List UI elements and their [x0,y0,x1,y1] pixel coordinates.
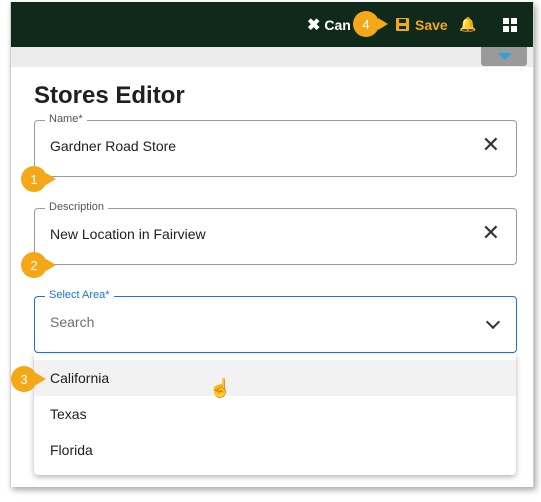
clear-icon[interactable]: ✕ [482,223,500,245]
callout-badge: 3 [11,366,46,392]
area-option-california[interactable]: California ☝ [34,360,516,398]
name-field[interactable]: Name* Gardner Road Store ✕ [34,113,517,177]
stores-editor-window: ✖ Can Save 🔔 Stores Editor Name* Gardner… [10,2,534,487]
option-label: California [50,370,110,386]
bell-icon: 🔔 [459,16,477,32]
description-field-label: Description [45,201,109,213]
clear-icon[interactable]: ✕ [482,135,500,157]
page-title: Stores Editor [34,82,185,109]
select-area-field[interactable]: Select Area* Search [34,289,517,353]
sub-toolbar [11,47,533,67]
select-area-label: Select Area* [45,289,114,301]
name-field-value: Gardner Road Store [50,138,177,154]
callout-badge: 4 [353,11,388,37]
save-button[interactable]: Save [396,2,448,47]
name-field-label: Name* [45,113,87,125]
option-label: Florida [50,442,93,458]
callout-badge: 1 [21,166,56,192]
close-icon: ✖ [307,16,321,34]
area-dropdown-menu: California ☝ Texas Florida [34,354,516,475]
triangle-down-icon [498,53,512,60]
top-bar: ✖ Can Save 🔔 [11,2,533,47]
select-area-search[interactable]: Search [50,314,94,330]
collapse-tab[interactable] [481,47,527,66]
area-option-florida[interactable]: Florida [34,432,516,468]
save-disk-icon [396,18,409,31]
cancel-button[interactable]: ✖ Can [307,2,351,47]
apps-button[interactable] [503,2,517,47]
apps-grid-icon [503,17,517,32]
chevron-down-icon[interactable] [485,314,501,330]
area-option-texas[interactable]: Texas [34,396,516,432]
cancel-label: Can [324,16,351,33]
notifications-button[interactable]: 🔔 [459,2,476,47]
description-field-value: New Location in Fairview [50,226,206,242]
description-field[interactable]: Description New Location in Fairview ✕ [34,201,517,265]
save-label: Save [415,16,448,33]
callout-badge: 2 [21,252,56,278]
option-label: Texas [50,406,87,422]
